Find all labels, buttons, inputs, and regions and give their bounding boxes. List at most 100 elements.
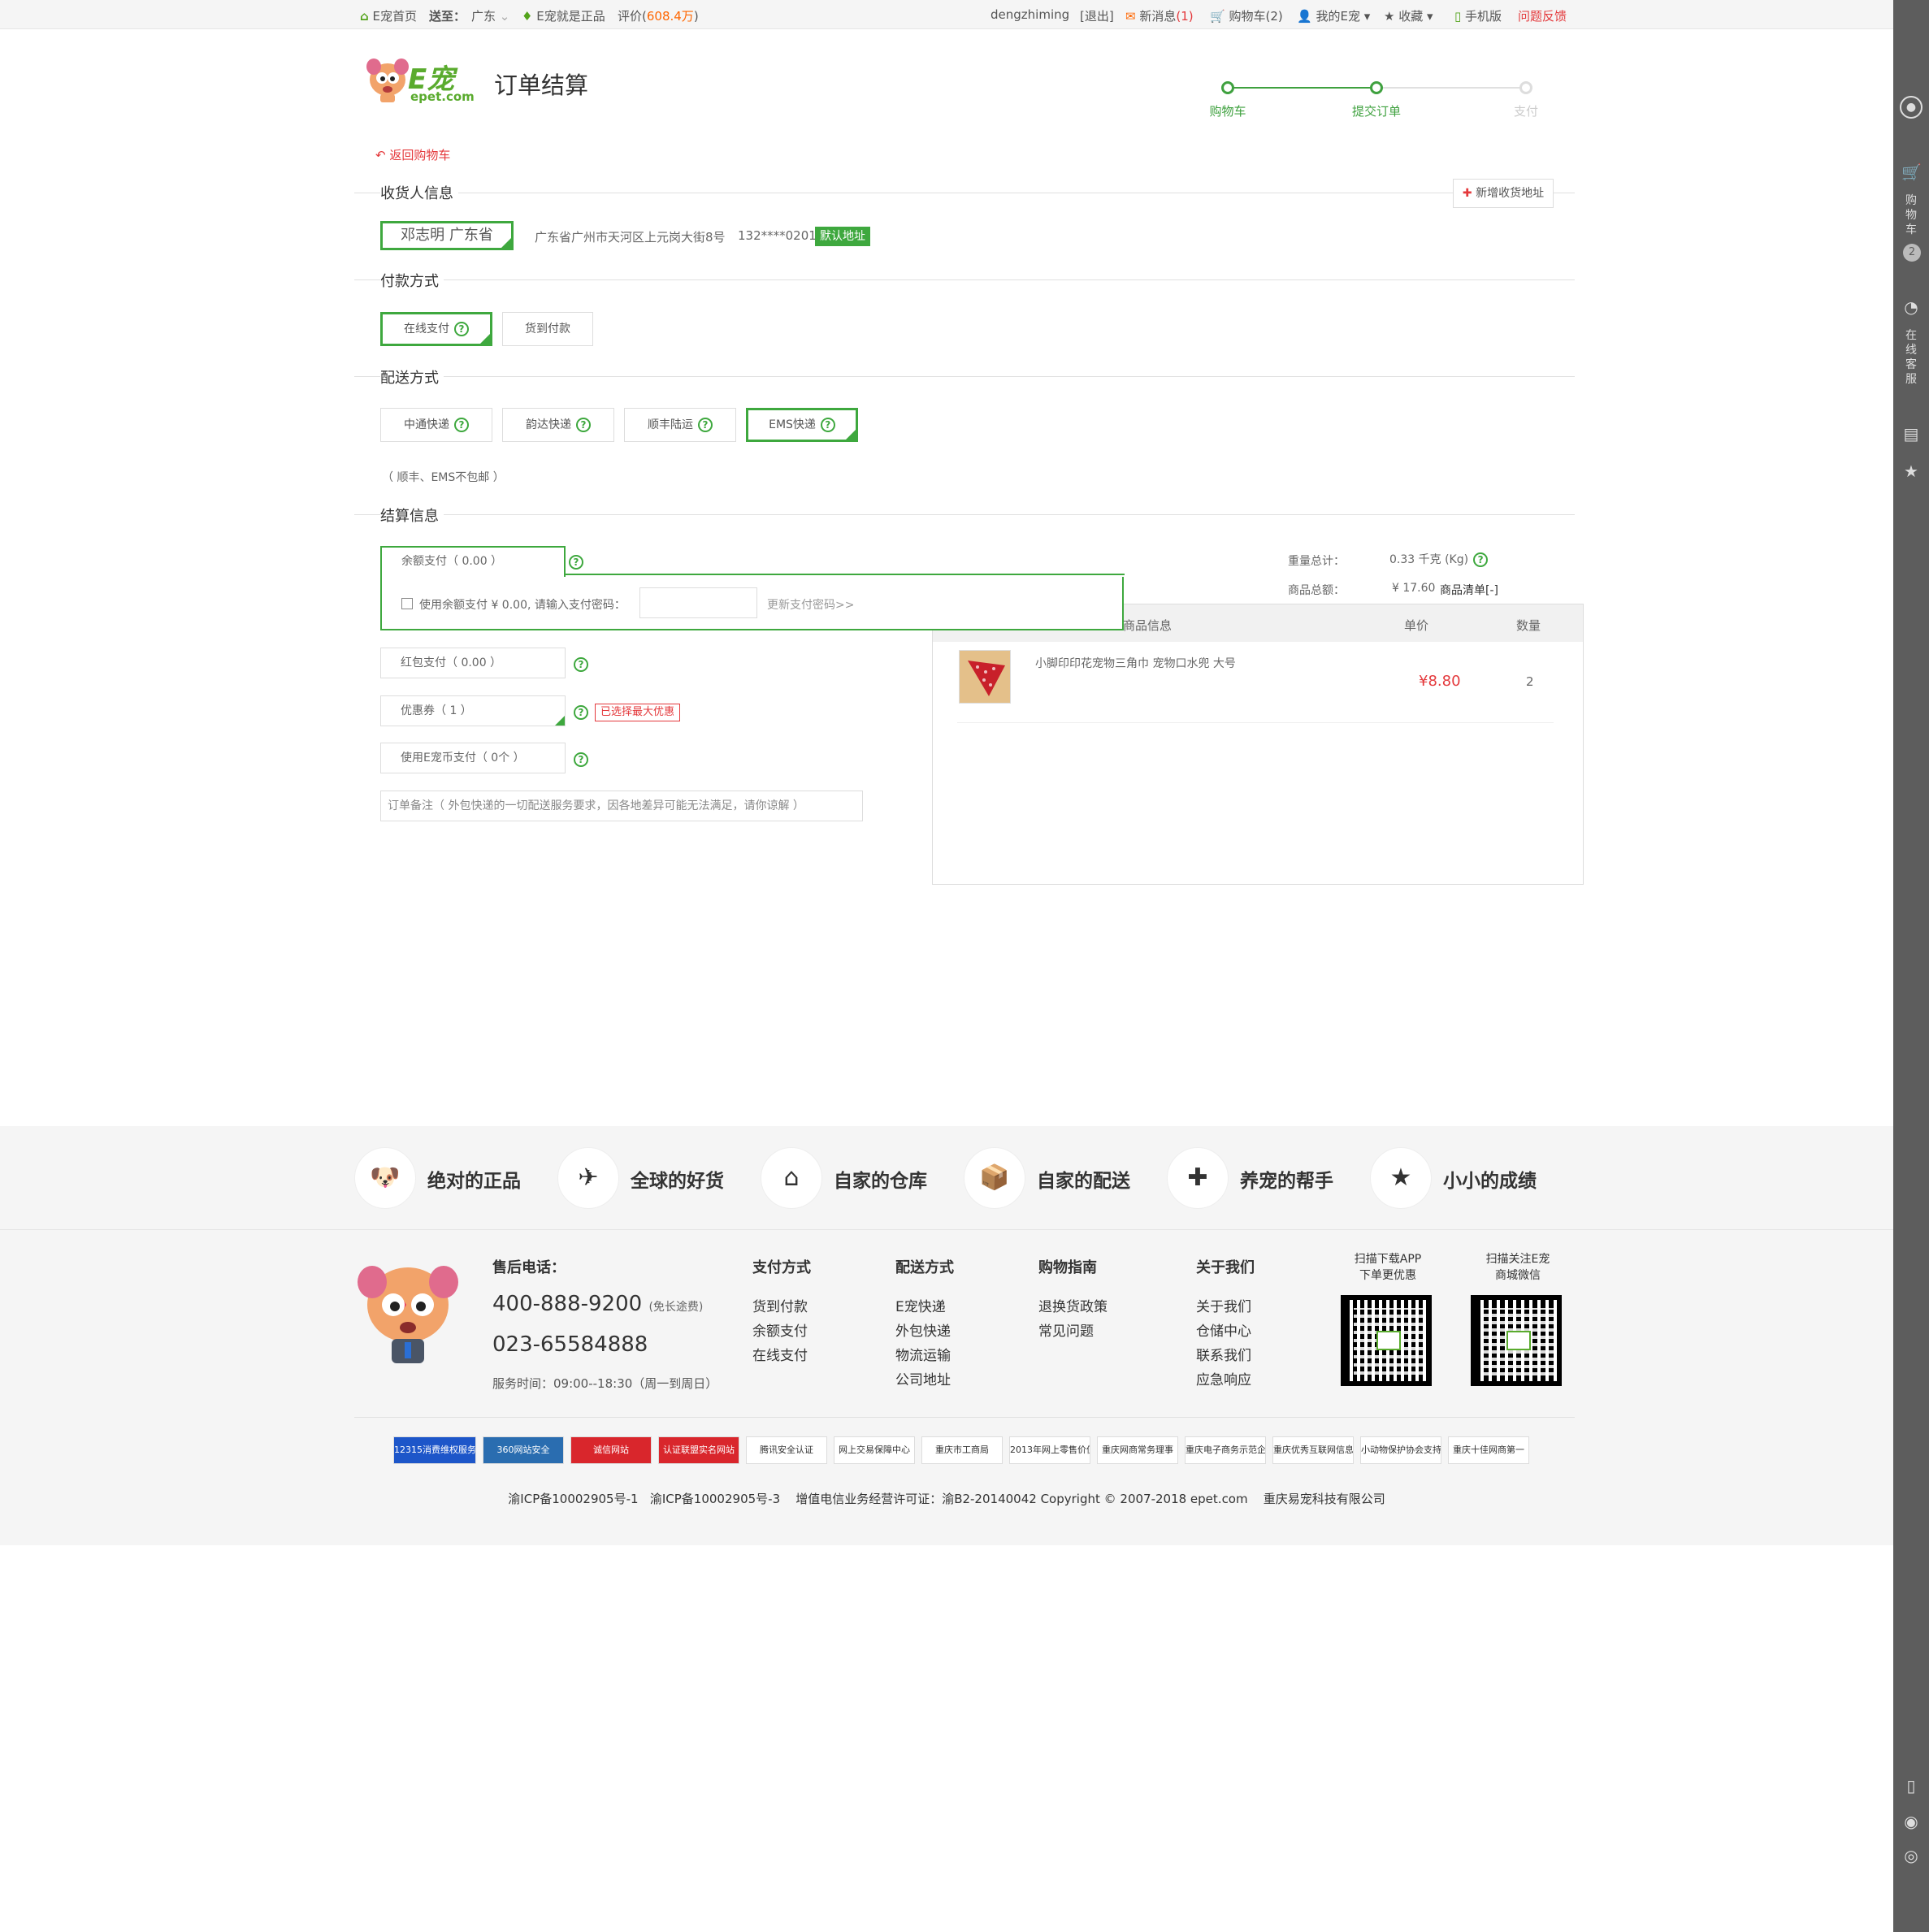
- badge-internet-service[interactable]: 重庆优秀互联网信息服务企业: [1272, 1436, 1354, 1464]
- section-divider: [354, 514, 1575, 515]
- footer-link[interactable]: 常见问题: [1038, 1319, 1094, 1340]
- delivery-sf-option[interactable]: 顺丰陆运?: [624, 408, 736, 442]
- redpacket-field[interactable]: 红包支付（ 0.00 ）: [380, 648, 566, 678]
- qr-code-app: [1341, 1295, 1432, 1386]
- balance-checkbox[interactable]: [401, 598, 413, 609]
- footer-link[interactable]: 余额支付: [752, 1319, 808, 1340]
- service-phone-1: 400-888-9200 (免长途费): [492, 1292, 704, 1316]
- logo-subtext: epet.com: [410, 89, 475, 104]
- footer-link[interactable]: 应急响应: [1196, 1368, 1251, 1388]
- footer-link[interactable]: 外包快递: [895, 1319, 951, 1340]
- help-icon[interactable]: ?: [574, 752, 588, 767]
- payment-online-option[interactable]: 在线支付?: [380, 312, 492, 346]
- page-title: 订单结算: [494, 71, 589, 99]
- payment-cod-option[interactable]: 货到付款: [502, 312, 593, 346]
- footer-link[interactable]: 货到付款: [752, 1295, 808, 1315]
- footer-link[interactable]: 公司地址: [895, 1368, 951, 1388]
- help-icon[interactable]: ?: [454, 418, 469, 432]
- footer-link[interactable]: 关于我们: [1196, 1295, 1251, 1315]
- weight-label: 重量总计：: [1288, 555, 1345, 568]
- product-list-toggle[interactable]: 商品清单[-]: [1440, 582, 1498, 598]
- footer-link[interactable]: 联系我们: [1196, 1344, 1251, 1364]
- help-icon[interactable]: ?: [574, 705, 588, 720]
- feedback-link[interactable]: 问题反馈: [1518, 7, 1567, 24]
- badge-cq-netbiz[interactable]: 重庆网商常务理事: [1097, 1436, 1178, 1464]
- pay-password-input[interactable]: [639, 587, 757, 618]
- product-name[interactable]: 小脚印印花宠物三角巾 宠物口水兜 大号: [1035, 655, 1236, 671]
- star-icon[interactable]: ★: [1901, 461, 1921, 481]
- coupon-field[interactable]: 优惠券（ 1 ）: [380, 695, 566, 726]
- badge-top100[interactable]: 2013年网上零售价值百强: [1009, 1436, 1090, 1464]
- badge-aic[interactable]: 重庆市工商局: [921, 1436, 1003, 1464]
- coupon-tag: 已选择最大优惠: [595, 704, 681, 721]
- help-icon[interactable]: ?: [574, 657, 588, 672]
- footer-link[interactable]: E宠快递: [895, 1295, 946, 1315]
- balance-tab[interactable]: 余额支付（ 0.00 ）: [380, 546, 566, 577]
- badge-360[interactable]: 360网站安全: [483, 1436, 564, 1464]
- product-thumbnail[interactable]: [959, 650, 1011, 704]
- ship-to-label: 送至：: [429, 9, 466, 24]
- star-icon: ★: [1384, 9, 1395, 24]
- top-bar: ⌂ E宠首页 送至： 广东 ⌄ ♦ E宠就是正品 评价(608.4万) deng…: [0, 0, 1893, 29]
- help-icon[interactable]: ?: [569, 555, 583, 570]
- delivery-yunda-option[interactable]: 韵达快递?: [502, 408, 614, 442]
- order-remark-input[interactable]: 订单备注（ 外包快递的一切配送服务要求，因各地差异可能无法满足，请你谅解 ）: [380, 791, 863, 821]
- messages-link[interactable]: ✉ 新消息(1): [1125, 7, 1194, 24]
- username[interactable]: dengzhiming: [991, 7, 1069, 22]
- total-label: 商品总额：: [1288, 584, 1345, 597]
- qr-wechat-caption: 扫描关注E宠 商城微信: [1485, 1253, 1550, 1282]
- badge-animal-protection[interactable]: 小动物保护协会支持单位: [1360, 1436, 1441, 1464]
- total-value: ¥ 17.60: [1392, 582, 1436, 595]
- home-link[interactable]: ⌂ E宠首页: [360, 7, 417, 24]
- badge-tencent[interactable]: 腾讯安全认证: [746, 1436, 827, 1464]
- badge-credit[interactable]: 诚信网站: [570, 1436, 652, 1464]
- ship-to-select[interactable]: 广东 ⌄: [471, 7, 509, 24]
- my-epet-link[interactable]: 👤 我的E宠 ▾: [1297, 7, 1370, 24]
- default-address-badge: 默认地址: [815, 227, 870, 246]
- footer-link[interactable]: 在线支付: [752, 1344, 808, 1364]
- logout-link[interactable]: [退出]: [1080, 7, 1114, 24]
- delivery-ems-option[interactable]: EMS快递?: [746, 408, 858, 442]
- update-password-link[interactable]: 更新支付密码>>: [767, 596, 854, 613]
- delivery-zto-option[interactable]: 中通快递?: [380, 408, 492, 442]
- cart-link[interactable]: 🛒 购物车(2): [1210, 7, 1283, 24]
- help-icon[interactable]: ?: [576, 418, 591, 432]
- user-avatar-icon[interactable]: ●: [1900, 96, 1922, 119]
- headset-icon[interactable]: ◔: [1901, 297, 1921, 317]
- badge-top10[interactable]: 重庆十佳网商第一: [1448, 1436, 1529, 1464]
- badge-12315[interactable]: 12315消费维权服务站: [393, 1436, 476, 1464]
- ecoin-field[interactable]: 使用E宠币支付（ 0个 ）: [380, 743, 566, 773]
- cart-icon[interactable]: 🛒: [1901, 162, 1922, 182]
- help-icon[interactable]: ?: [1473, 552, 1489, 567]
- help-icon[interactable]: ?: [454, 322, 469, 336]
- rating-link[interactable]: 评价(608.4万): [618, 7, 699, 24]
- mobile-link[interactable]: ▯ 手机版: [1454, 7, 1502, 24]
- wechat-icon[interactable]: ◉: [1901, 1812, 1921, 1831]
- back-to-cart-link[interactable]: ↶ 返回购物车: [375, 146, 450, 163]
- badge-ecommerce-demo[interactable]: 重庆电子商务示范企业: [1185, 1436, 1266, 1464]
- global-icon: ✈: [557, 1147, 619, 1209]
- user-icon: 👤: [1297, 9, 1312, 24]
- add-address-button[interactable]: ✚ 新增收货地址: [1453, 179, 1554, 208]
- help-icon[interactable]: ?: [698, 418, 713, 432]
- favorites-link[interactable]: ★ 收藏 ▾: [1384, 7, 1433, 24]
- mobile-icon[interactable]: ▯: [1901, 1776, 1921, 1796]
- badge-cert-alliance[interactable]: 认证联盟实名网站: [658, 1436, 739, 1464]
- address-option-selected[interactable]: 邓志明 广东省: [380, 221, 514, 250]
- service-hours: 服务时间：09:00--18:30（周一到周日）: [492, 1376, 718, 1391]
- help-icon[interactable]: ?: [820, 418, 835, 432]
- caret-down-icon: ▾: [1427, 9, 1433, 24]
- history-icon[interactable]: ▤: [1901, 424, 1921, 444]
- header-qty: 数量: [1516, 618, 1541, 633]
- step-remaining-line: [1376, 87, 1526, 89]
- delivery-section-title: 配送方式: [380, 366, 444, 388]
- badge-trade-guarantee[interactable]: 网上交易保障中心: [834, 1436, 915, 1464]
- footer-link[interactable]: 物流运输: [895, 1344, 951, 1364]
- footer-link[interactable]: 仓储中心: [1196, 1319, 1251, 1340]
- weibo-icon[interactable]: ◎: [1901, 1846, 1921, 1865]
- logo-mascot-icon[interactable]: [366, 55, 410, 104]
- genuine-link[interactable]: ♦ E宠就是正品: [522, 7, 605, 24]
- sidebar-cart-label[interactable]: 购物车: [1905, 193, 1918, 237]
- footer-link[interactable]: 退换货政策: [1038, 1295, 1108, 1315]
- sidebar-service-label[interactable]: 在线客服: [1905, 328, 1918, 387]
